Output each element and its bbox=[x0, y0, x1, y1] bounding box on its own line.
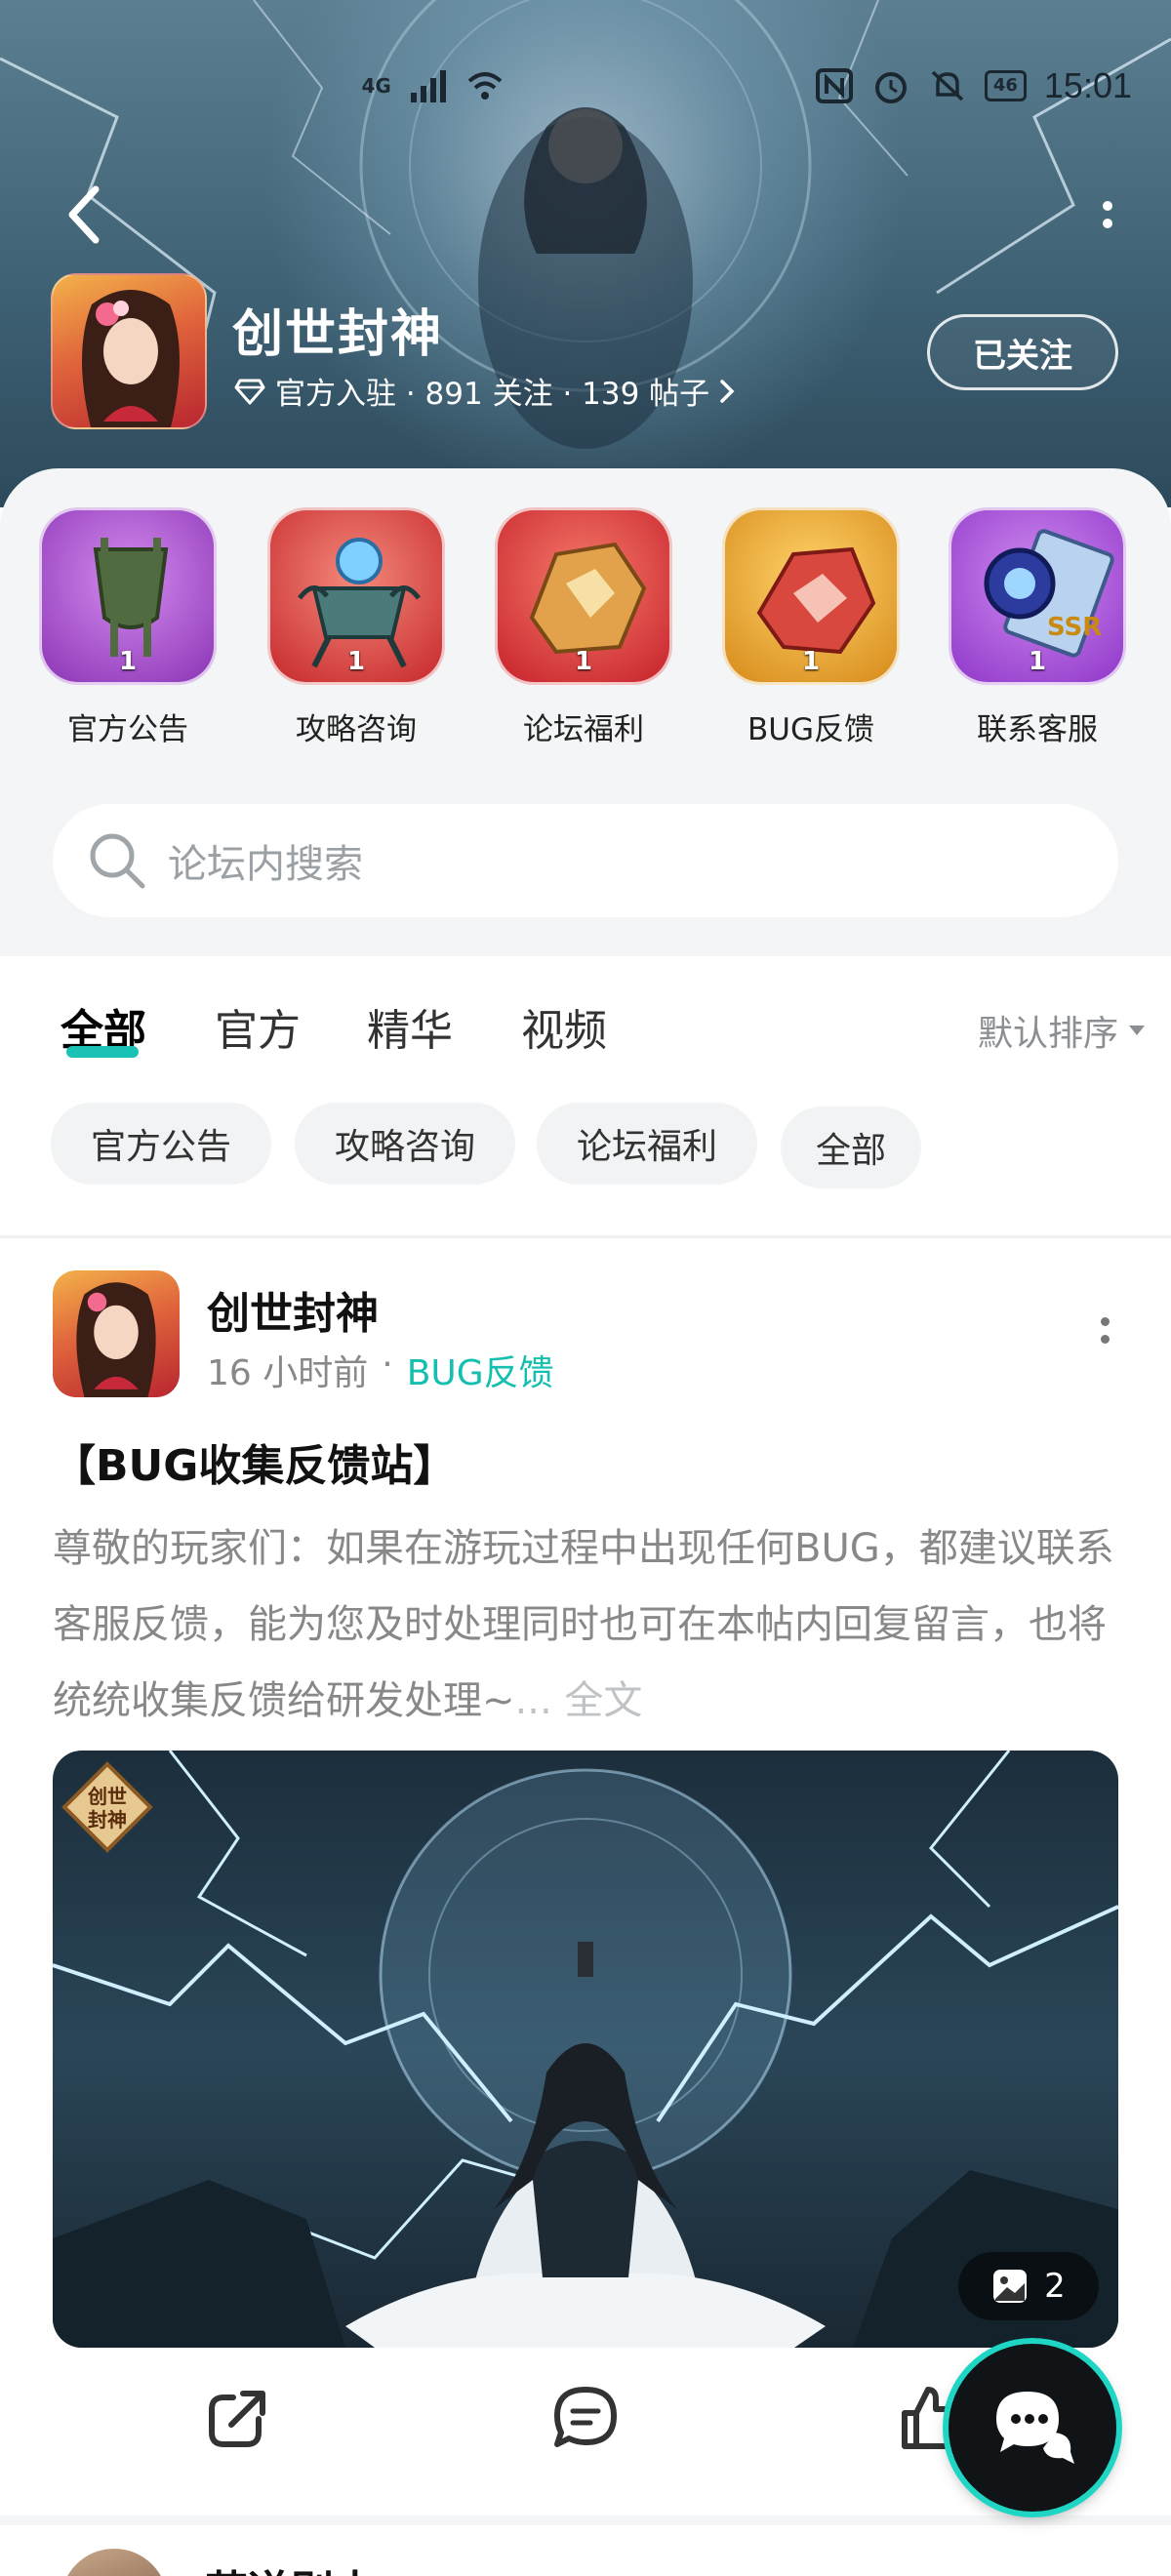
author-avatar[interactable] bbox=[53, 1270, 180, 1397]
image-count: 2 bbox=[1044, 2267, 1066, 2306]
category-welfare[interactable]: 1 论坛福利 bbox=[493, 507, 674, 761]
tab-featured[interactable]: 精华 bbox=[367, 995, 453, 1058]
category-customer-service[interactable]: SSR 1 联系客服 bbox=[947, 507, 1128, 761]
bronze-vessel-icon: 1 bbox=[39, 507, 217, 685]
category-label: 官方公告 bbox=[67, 712, 188, 747]
category-bug-report[interactable]: 1 BUG反馈 bbox=[720, 507, 902, 761]
post-author[interactable]: 创世封神 bbox=[207, 1278, 379, 1341]
red-crystal-icon: 1 bbox=[722, 507, 900, 685]
caret-down-icon bbox=[1129, 1026, 1145, 1035]
meta-separator: · bbox=[382, 1345, 393, 1385]
share-button[interactable] bbox=[199, 2379, 277, 2457]
sort-label: 默认排序 bbox=[977, 1014, 1118, 1054]
search-placeholder: 论坛内搜索 bbox=[168, 842, 363, 887]
battery-indicator: 46 bbox=[984, 70, 1027, 101]
chip-guides[interactable]: 攻略咨询 bbox=[295, 1103, 515, 1185]
chat-bubble-icon bbox=[996, 2392, 1074, 2464]
more-dot-icon bbox=[1103, 201, 1112, 211]
game-logo-badge: 创世 封神 bbox=[61, 1761, 153, 1853]
category-count: 1 bbox=[1028, 647, 1047, 676]
category-label: 论坛福利 bbox=[523, 712, 644, 747]
network-indicator: 4G bbox=[361, 74, 391, 98]
post-illustration bbox=[53, 1751, 1118, 2348]
next-post-author[interactable]: 苏遂别夫 bbox=[205, 2556, 377, 2576]
svg-text:封神: 封神 bbox=[88, 1808, 127, 1831]
follow-button[interactable]: 已关注 bbox=[927, 314, 1118, 390]
tab-video[interactable]: 视频 bbox=[521, 995, 607, 1058]
svg-text:创世: 创世 bbox=[87, 1785, 127, 1808]
category-grid: 1 官方公告 1 攻略咨询 1 论坛福利 1 BUG反馈 SSR 1 联系客服 bbox=[0, 507, 1171, 761]
category-count: 1 bbox=[346, 647, 366, 676]
category-label: 攻略咨询 bbox=[296, 712, 417, 747]
share-icon bbox=[209, 2391, 265, 2447]
forum-search-bar[interactable]: 论坛内搜索 bbox=[53, 804, 1118, 917]
filter-chips: 官方公告 攻略咨询 论坛福利 全部 bbox=[0, 1064, 1171, 1239]
post-tabs: 全部 官方 精华 视频 默认排序 bbox=[0, 956, 1171, 1064]
forum-sections-panel: 1 官方公告 1 攻略咨询 1 论坛福利 1 BUG反馈 SSR 1 联系客服 … bbox=[0, 468, 1171, 956]
nfc-icon bbox=[815, 68, 853, 103]
category-count: 1 bbox=[801, 647, 821, 676]
status-bar: 4G 46 15:01 bbox=[362, 59, 1133, 113]
gallery-icon bbox=[993, 2270, 1028, 2303]
post-card[interactable]: 创世封神 16 小时前 · BUG反馈 【BUG收集反馈站】 尊敬的玩家们：如果… bbox=[0, 1239, 1171, 2517]
mute-bell-icon bbox=[931, 70, 964, 101]
header-more-button[interactable] bbox=[1083, 185, 1132, 244]
ssr-ticket-icon: SSR 1 bbox=[949, 507, 1126, 685]
category-announcements[interactable]: 1 官方公告 bbox=[37, 507, 219, 761]
category-count: 1 bbox=[574, 647, 593, 676]
tab-official[interactable]: 官方 bbox=[215, 995, 301, 1058]
category-label: 联系客服 bbox=[977, 712, 1098, 747]
comment-button[interactable] bbox=[546, 2379, 625, 2457]
chip-all[interactable]: 全部 bbox=[781, 1107, 921, 1188]
clock: 15:01 bbox=[1043, 65, 1132, 105]
active-tab-indicator bbox=[66, 1046, 139, 1058]
post-time: 16 小时前 bbox=[207, 1353, 369, 1393]
svg-text:SSR: SSR bbox=[1047, 613, 1102, 642]
post-category-tag[interactable]: BUG反馈 bbox=[407, 1345, 554, 1395]
more-dot-icon bbox=[1100, 1335, 1110, 1344]
category-count: 1 bbox=[118, 647, 138, 676]
sort-dropdown[interactable]: 默认排序 bbox=[978, 1005, 1146, 1056]
alarm-icon bbox=[874, 72, 907, 103]
signal-icon bbox=[410, 70, 446, 102]
gold-ore-icon: 1 bbox=[495, 507, 672, 685]
search-icon bbox=[90, 833, 145, 889]
wifi-icon bbox=[467, 72, 503, 100]
more-dot-icon bbox=[1103, 219, 1112, 228]
game-header-banner: 4G 46 15:01 创世封神 官方入驻 · 891 关注 · 139 帖子 … bbox=[0, 0, 1171, 507]
character-portrait-icon bbox=[76, 1282, 156, 1397]
game-stats[interactable]: 官方入驻 · 891 关注 · 139 帖子 bbox=[234, 369, 735, 413]
game-avatar[interactable] bbox=[51, 273, 207, 429]
category-label: BUG反馈 bbox=[747, 712, 874, 747]
chevron-right-icon bbox=[720, 379, 735, 403]
post-excerpt: 尊敬的玩家们：如果在游玩过程中出现任何BUG，都建议联系客服反馈，能为您及时处理… bbox=[53, 1510, 1118, 1739]
game-stats-text: 官方入驻 · 891 关注 · 139 帖子 bbox=[275, 377, 710, 412]
read-more-link[interactable]: ... 全文 bbox=[515, 1678, 643, 1723]
post-title: 【BUG收集反馈站】 bbox=[53, 1441, 457, 1491]
post-separator bbox=[0, 2516, 1171, 2525]
image-count-badge[interactable]: 2 bbox=[958, 2252, 1099, 2320]
game-title: 创世封神 bbox=[232, 305, 444, 364]
chip-welfare[interactable]: 论坛福利 bbox=[537, 1103, 757, 1185]
section-divider bbox=[0, 1235, 1171, 1238]
chevron-left-icon bbox=[68, 185, 100, 244]
chat-assistant-button[interactable] bbox=[949, 2344, 1116, 2512]
post-more-button[interactable] bbox=[1095, 1317, 1114, 1366]
back-button[interactable] bbox=[55, 176, 113, 254]
category-guides[interactable]: 1 攻略咨询 bbox=[265, 507, 447, 761]
cauldron-icon: 1 bbox=[267, 507, 445, 685]
more-dot-icon bbox=[1100, 1317, 1110, 1326]
post-meta: 16 小时前 · BUG反馈 bbox=[207, 1345, 554, 1395]
chip-announcements[interactable]: 官方公告 bbox=[51, 1103, 271, 1185]
diamond-verified-icon bbox=[234, 379, 265, 404]
comment-icon bbox=[554, 2387, 617, 2447]
post-image[interactable]: 创世 封神 2 bbox=[53, 1751, 1118, 2348]
character-portrait-icon bbox=[82, 290, 180, 427]
next-post-avatar[interactable] bbox=[61, 2549, 168, 2576]
